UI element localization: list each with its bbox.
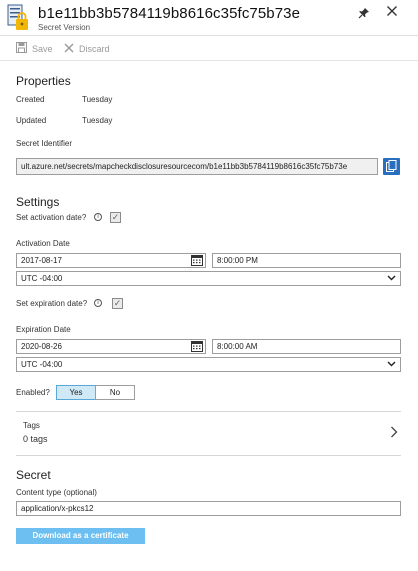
save-label: Save <box>32 44 53 54</box>
save-button[interactable]: Save <box>16 41 53 57</box>
secret-identifier-label: Secret Identifier <box>16 139 73 148</box>
discard-label: Discard <box>79 44 110 54</box>
settings-heading: Settings <box>16 195 60 209</box>
activation-timezone-select[interactable]: UTC -04:00 <box>16 271 401 286</box>
discard-button[interactable]: Discard <box>64 41 110 57</box>
chevron-down-icon <box>387 273 396 284</box>
tags-label: Tags <box>23 421 40 430</box>
secret-identifier-field[interactable]: ult.azure.net/secrets/mapcheckdisclosure… <box>16 158 378 175</box>
expiration-date-input[interactable]: 2020-08-26 <box>16 339 206 354</box>
chevron-right-icon <box>390 426 398 440</box>
enabled-label: Enabled? <box>16 388 50 397</box>
pin-icon[interactable] <box>357 7 371 21</box>
set-activation-label: Set activation date? <box>16 213 87 222</box>
set-expiration-label: Set expiration date? <box>16 299 88 308</box>
close-icon[interactable] <box>384 5 400 21</box>
calendar-icon[interactable] <box>191 255 203 266</box>
x-icon <box>64 43 74 56</box>
command-bar: Save Discard <box>0 37 418 61</box>
copy-button[interactable] <box>383 158 400 175</box>
calendar-icon[interactable] <box>191 341 203 352</box>
activation-time-input[interactable]: 8:00:00 PM <box>212 253 401 268</box>
enabled-yes-toggle[interactable]: Yes <box>56 385 96 400</box>
expiration-checkbox[interactable]: ✓ <box>112 298 123 309</box>
content-type-input[interactable]: application/x-pkcs12 <box>16 501 401 516</box>
activation-date-label: Activation Date <box>16 239 70 248</box>
blade-header: b1e11bb3b5784119b8616c35fc75b73e Secret … <box>0 0 418 36</box>
tags-value: 0 tags <box>23 434 48 444</box>
updated-value: Tuesday <box>82 116 113 125</box>
expiration-timezone-select[interactable]: UTC -04:00 <box>16 357 401 372</box>
page-subtitle: Secret Version <box>38 23 91 32</box>
expiration-date-label: Expiration Date <box>16 325 71 334</box>
secret-heading: Secret <box>16 468 51 482</box>
expiration-time-input[interactable]: 8:00:00 AM <box>212 339 401 354</box>
copy-icon <box>386 160 397 172</box>
info-icon: i <box>94 213 102 221</box>
content-type-label: Content type (optional) <box>16 488 97 497</box>
created-label: Created <box>16 95 45 104</box>
key-vault-secret-icon <box>7 4 29 32</box>
activation-date-input[interactable]: 2017-08-17 <box>16 253 206 268</box>
properties-heading: Properties <box>16 74 71 88</box>
divider <box>16 455 401 456</box>
info-icon: i <box>94 299 102 307</box>
tags-row[interactable]: Tags 0 tags <box>16 412 401 454</box>
page-title: b1e11bb3b5784119b8616c35fc75b73e <box>38 5 301 22</box>
activation-checkbox[interactable]: ✓ <box>110 212 121 223</box>
updated-label: Updated <box>16 116 47 125</box>
floppy-disk-icon <box>16 42 27 56</box>
download-certificate-button[interactable]: Download as a certificate <box>16 528 145 544</box>
enabled-no-toggle[interactable]: No <box>95 385 135 400</box>
created-value: Tuesday <box>82 95 113 104</box>
chevron-down-icon <box>387 359 396 370</box>
